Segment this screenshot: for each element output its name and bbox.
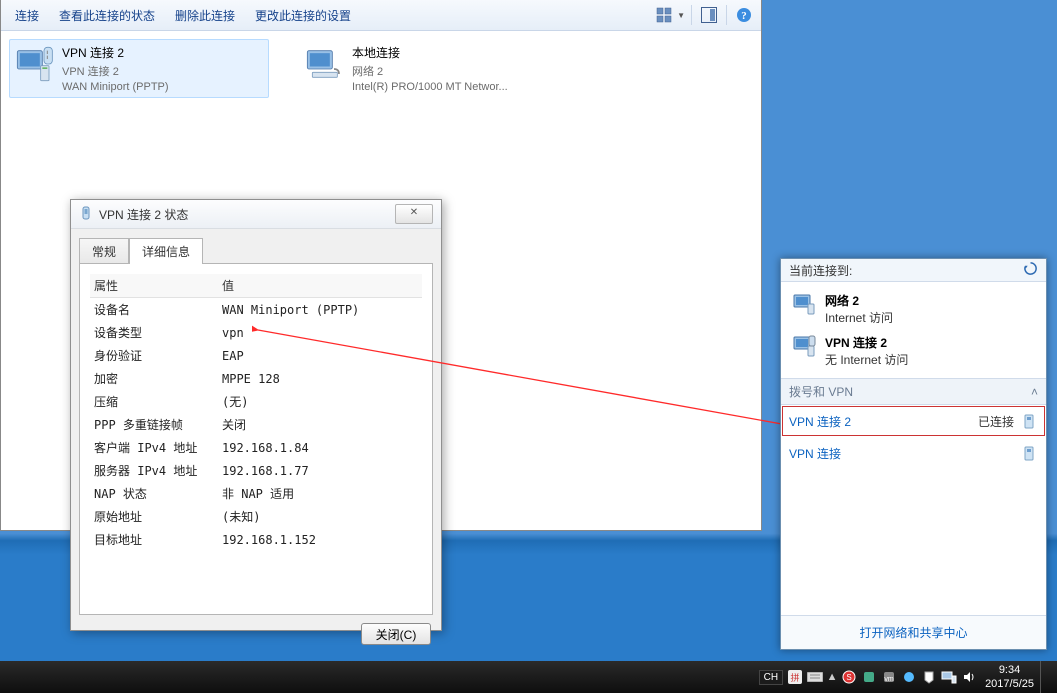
vpn-row-name: VPN 连接 2 [789,413,978,430]
vpn-row-name: VPN 连接 [789,445,1020,462]
vpn-status-dialog: VPN 连接 2 状态 ✕ 常规 详细信息 属性 值 设备名WAN Minipo… [70,199,442,631]
table-row[interactable]: 身份验证EAP [90,344,422,367]
ethernet-connection-icon [304,44,344,84]
thumbnails-icon [653,4,675,26]
vpn-connection-row[interactable]: VPN 连接 [781,437,1046,469]
tray-app-icon[interactable]: S [840,668,858,686]
view-mode-dropdown[interactable]: ▼ [653,4,685,26]
volume-icon[interactable] [960,668,978,686]
vpn-network-icon [791,334,817,360]
flyout-header: 当前连接到: [781,259,1046,282]
table-row[interactable]: 加密MPPE 128 [90,367,422,390]
vpn-connection-icon [14,44,54,84]
menu-view-status[interactable]: 查看此连接的状态 [51,3,163,28]
help-icon[interactable]: ? [733,4,755,26]
menu-connect[interactable]: 连接 [7,3,47,28]
tray-overflow-icon[interactable]: ▲ [825,671,839,683]
svg-text:S: S [846,673,851,682]
network-item[interactable]: VPN 连接 2 无 Internet 访问 [789,330,1038,372]
chevron-down-icon: ▼ [677,11,685,20]
vpn-row-status: 已连接 [978,413,1014,430]
conn-title: 本地连接 [352,44,508,61]
table-row[interactable]: 设备名WAN Miniport (PPTP) [90,298,422,322]
network-desc: Internet 访问 [825,309,893,326]
phone-icon [79,206,93,223]
svg-text:拼: 拼 [791,672,800,683]
dialog-tabs: 常规 详细信息 [79,238,433,264]
tab-general[interactable]: 常规 [79,238,129,264]
open-network-center-link[interactable]: 打开网络和共享中心 [781,615,1046,649]
conn-sub2: WAN Miniport (PPTP) [62,81,169,93]
network-name: 网络 2 [825,292,893,309]
modem-icon [1020,412,1038,430]
modem-icon [1020,444,1038,462]
network-name: VPN 连接 2 [825,334,908,351]
close-button[interactable]: ✕ [395,204,433,224]
explorer-toolbar: 连接 查看此连接的状态 删除此连接 更改此连接的设置 ▼ ? [1,0,761,31]
tab-details[interactable]: 详细信息 [129,238,203,264]
flyout-header-label: 当前连接到: [789,262,852,279]
table-row[interactable]: 客户端 IPv4 地址192.168.1.84 [90,436,422,459]
preview-pane-icon[interactable] [698,4,720,26]
network-tray-icon[interactable] [940,668,958,686]
clock[interactable]: 9:34 2017/5/25 [985,663,1034,691]
table-row[interactable]: 目标地址192.168.1.152 [90,528,422,551]
network-flyout: 当前连接到: 网络 2 Internet 访问 VPN 连接 2 无 Inter… [780,258,1047,650]
col-property[interactable]: 属性 [90,274,218,298]
action-center-icon[interactable] [920,668,938,686]
tray-app-icon[interactable] [900,668,918,686]
conn-sub1: VPN 连接 2 [62,63,169,79]
clock-date: 2017/5/25 [985,677,1034,691]
conn-title: VPN 连接 2 [62,44,169,61]
table-row[interactable]: 压缩(无) [90,390,422,413]
table-row[interactable]: 服务器 IPv4 地址192.168.1.77 [90,459,422,482]
col-value[interactable]: 值 [218,274,422,298]
network-icon [791,292,817,318]
menu-change-settings[interactable]: 更改此连接的设置 [247,3,359,28]
chevron-up-icon: ˄ [1031,385,1038,399]
network-desc: 无 Internet 访问 [825,351,908,368]
refresh-icon[interactable] [1023,261,1038,279]
taskbar: CH 拼 ▲ S vm 9:34 2017/5/25 [0,661,1057,693]
keyboard-icon[interactable] [806,668,824,686]
vpn-connection-row[interactable]: VPN 连接 2 已连接 [781,405,1046,437]
language-indicator[interactable]: CH [759,670,783,685]
ime-icon[interactable]: 拼 [786,668,804,686]
property-table: 属性 值 设备名WAN Miniport (PPTP) 设备类型vpn 身份验证… [90,274,422,551]
svg-text:vm: vm [884,676,894,683]
connection-local[interactable]: 本地连接 网络 2 Intel(R) PRO/1000 MT Networ... [299,39,559,98]
conn-sub2: Intel(R) PRO/1000 MT Networ... [352,81,508,93]
menu-delete[interactable]: 删除此连接 [167,3,243,28]
section-dialup-vpn[interactable]: 拨号和 VPN ˄ [781,378,1046,405]
close-dialog-button[interactable]: 关闭(C) [361,623,431,645]
connection-vpn2[interactable]: VPN 连接 2 VPN 连接 2 WAN Miniport (PPTP) [9,39,269,98]
show-desktop-button[interactable] [1040,661,1051,693]
dialog-titlebar[interactable]: VPN 连接 2 状态 ✕ [71,200,441,229]
clock-time: 9:34 [985,663,1034,677]
details-panel: 属性 值 设备名WAN Miniport (PPTP) 设备类型vpn 身份验证… [79,263,433,615]
table-row[interactable]: NAP 状态非 NAP 适用 [90,482,422,505]
table-row[interactable]: 设备类型vpn [90,321,422,344]
svg-text:?: ? [741,10,747,22]
conn-sub1: 网络 2 [352,63,508,79]
table-row[interactable]: PPP 多重链接帧关闭 [90,413,422,436]
table-row[interactable]: 原始地址(未知) [90,505,422,528]
tray-app-icon[interactable] [860,668,878,686]
network-item[interactable]: 网络 2 Internet 访问 [789,288,1038,330]
dialog-title: VPN 连接 2 状态 [99,206,188,223]
explorer-body: VPN 连接 2 VPN 连接 2 WAN Miniport (PPTP) 本地… [1,31,761,106]
tray-app-icon[interactable]: vm [880,668,898,686]
